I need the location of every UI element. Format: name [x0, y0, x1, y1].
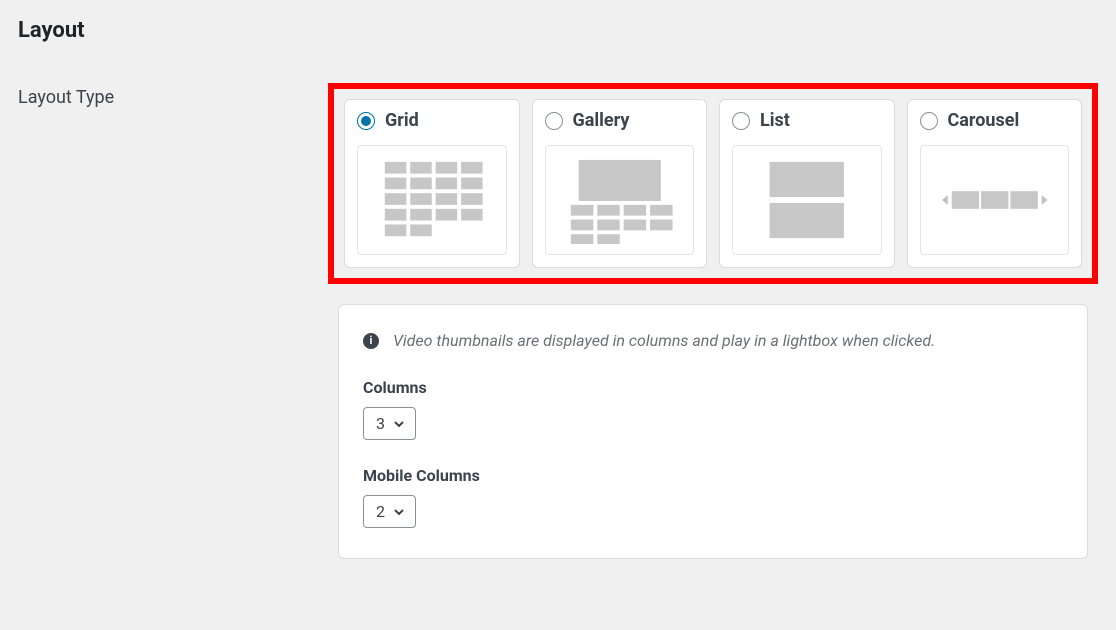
chevron-down-icon: [393, 506, 405, 518]
info-icon: i: [363, 333, 379, 349]
radio-gallery[interactable]: [545, 112, 563, 130]
columns-select[interactable]: 3: [363, 407, 416, 440]
layout-option-grid-label: Grid: [385, 110, 419, 131]
mobile-columns-label: Mobile Columns: [363, 466, 1063, 485]
layout-option-list[interactable]: List: [719, 99, 895, 268]
row-layout-type: Layout Type Grid: [18, 83, 1098, 559]
mobile-columns-field: Mobile Columns 2: [363, 466, 1063, 528]
info-line: i Video thumbnails are displayed in colu…: [363, 331, 1063, 350]
layout-option-gallery-label: Gallery: [573, 110, 630, 131]
list-preview-icon: [732, 145, 882, 255]
carousel-preview-icon: [920, 145, 1070, 255]
grid-preview-icon: [357, 145, 507, 255]
radio-carousel[interactable]: [920, 112, 938, 130]
layout-option-grid[interactable]: Grid: [344, 99, 520, 268]
mobile-columns-value: 2: [376, 502, 385, 521]
layout-type-content: Grid: [338, 83, 1088, 559]
highlighted-options: Grid: [328, 83, 1098, 284]
radio-grid[interactable]: [357, 112, 375, 130]
section-title: Layout: [18, 18, 1098, 43]
layout-type-label: Layout Type: [18, 83, 338, 559]
columns-label: Columns: [363, 378, 1063, 397]
layout-option-list-label: List: [760, 110, 790, 131]
mobile-columns-select[interactable]: 2: [363, 495, 416, 528]
layout-option-gallery[interactable]: Gallery: [532, 99, 708, 268]
layout-details-panel: i Video thumbnails are displayed in colu…: [338, 304, 1088, 559]
layout-option-carousel-label: Carousel: [948, 110, 1020, 131]
chevron-down-icon: [393, 418, 405, 430]
layout-option-carousel[interactable]: Carousel: [907, 99, 1083, 268]
columns-value: 3: [376, 414, 385, 433]
layout-options: Grid: [344, 99, 1082, 268]
columns-field: Columns 3: [363, 378, 1063, 440]
info-text: Video thumbnails are displayed in column…: [393, 331, 935, 350]
radio-list[interactable]: [732, 112, 750, 130]
gallery-preview-icon: [545, 145, 695, 255]
